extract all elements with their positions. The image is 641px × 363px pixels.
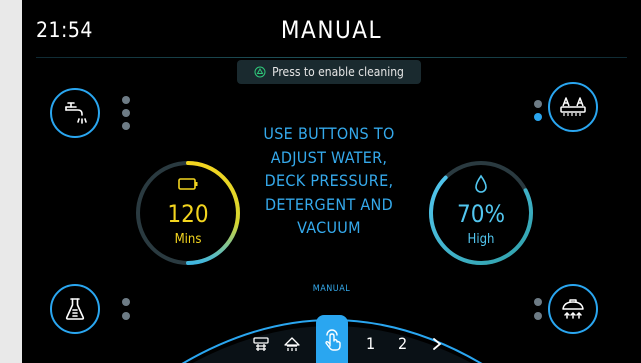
enable-cleaning-button[interactable]: Press to enable cleaning (237, 60, 421, 84)
touch-mode-button[interactable] (316, 315, 348, 363)
instructions-text: USE BUTTONS TO ADJUST WATER, DECK PRESSU… (237, 122, 421, 240)
touch-icon (325, 329, 341, 351)
deck-level-dot-2 (534, 113, 542, 121)
instruction-line: USE BUTTONS TO (263, 124, 395, 143)
enable-cleaning-label: Press to enable cleaning (272, 65, 404, 79)
water-level-dot-3 (122, 122, 130, 130)
water-button[interactable] (50, 88, 100, 138)
battery-value: 120 (167, 200, 209, 228)
battery-icon (178, 178, 198, 190)
battery-gauge: 120 Mins (133, 158, 243, 268)
instruction-line: DETERGENT AND (264, 194, 394, 214)
machine-display: 21:54 MANUAL Press to enable cleaning US… (22, 0, 641, 363)
deck-level-dot-1 (534, 100, 542, 108)
water-drop-icon (475, 174, 487, 193)
instruction-line: VACUUM (297, 218, 361, 237)
deck-pressure-button[interactable] (548, 82, 598, 132)
page-title: MANUAL (280, 16, 383, 44)
battery-unit: Mins (174, 232, 202, 247)
chevron-right-icon[interactable] (430, 336, 444, 352)
page-1-button[interactable]: 1 (366, 334, 375, 353)
faucet-icon (65, 102, 87, 124)
sweep-icon[interactable] (282, 334, 302, 354)
water-unit: High (467, 232, 495, 247)
scrub-icon[interactable] (251, 334, 271, 354)
page-2-button[interactable]: 2 (398, 334, 407, 353)
instruction-line: ADJUST WATER, (270, 147, 388, 167)
brush-deck-icon (560, 97, 586, 116)
recycle-icon (254, 66, 266, 78)
instruction-line: DECK PRESSURE, (264, 171, 394, 190)
water-level-dot-1 (122, 96, 130, 104)
water-gauge: 70% High (426, 158, 536, 268)
water-level-dot-2 (122, 109, 130, 117)
water-value: 70% (457, 200, 505, 228)
header-divider (36, 57, 627, 58)
